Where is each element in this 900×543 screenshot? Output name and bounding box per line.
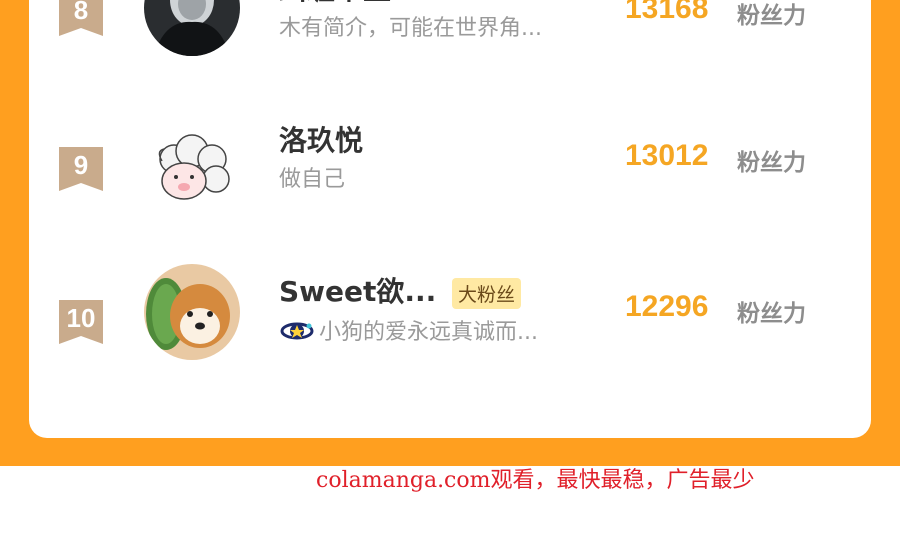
user-name: 洛玖悦 bbox=[279, 124, 364, 157]
rank-badge: 8 bbox=[59, 0, 103, 36]
fan-score: 12296 bbox=[625, 290, 709, 323]
avatar[interactable] bbox=[144, 264, 240, 360]
orbit-star-icon bbox=[280, 318, 314, 348]
big-fan-badge: 大粉丝 bbox=[452, 278, 522, 309]
ranking-row-8[interactable]: 8 纠缠半生 木有简介，可能在世界角... 13168 粉丝力 bbox=[29, 0, 871, 90]
user-name: Sweet欲... bbox=[279, 275, 437, 308]
rank-badge: 10 bbox=[59, 300, 103, 344]
watermark-text: colamanga.com观看，最快最稳，广告最少 bbox=[316, 468, 755, 493]
ranking-row-9[interactable]: 9 洛玖悦 做自己 13012 粉丝力 bbox=[29, 121, 871, 245]
fan-power-label: 粉丝力 bbox=[737, 3, 806, 29]
rank-number: 10 bbox=[66, 303, 96, 333]
ranking-card: 8 纠缠半生 木有简介，可能在世界角... 13168 粉丝力 9 bbox=[29, 0, 871, 438]
fan-score: 13168 bbox=[625, 0, 709, 25]
avatar[interactable] bbox=[144, 121, 240, 217]
avatar[interactable] bbox=[144, 0, 240, 56]
user-name: 纠缠半生 bbox=[279, 0, 391, 8]
user-bio: 小狗的爱永远真诚而... bbox=[319, 320, 538, 345]
fan-score: 13012 bbox=[625, 139, 709, 172]
user-bio: 做自己 bbox=[279, 167, 346, 192]
user-bio: 木有简介，可能在世界角... bbox=[279, 16, 542, 41]
rank-number: 8 bbox=[73, 0, 89, 25]
rank-badge: 9 bbox=[59, 147, 103, 191]
ranking-row-10[interactable]: 10 Sweet欲... 大粉丝 小狗的爱永远真诚而... 12296 粉丝力 bbox=[29, 264, 871, 398]
rank-number: 9 bbox=[73, 150, 89, 180]
fan-power-label: 粉丝力 bbox=[737, 150, 806, 176]
fan-power-label: 粉丝力 bbox=[737, 301, 806, 327]
